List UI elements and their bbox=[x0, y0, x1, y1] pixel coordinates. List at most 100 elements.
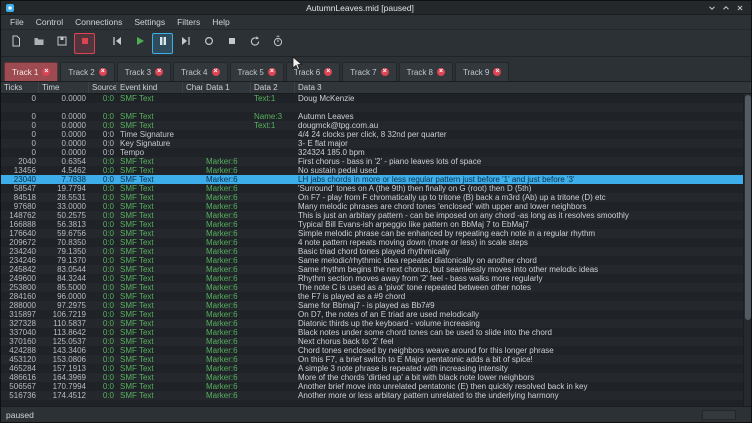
event-row[interactable]: 8451828.55310:0SMF TextMarker:6On F7 - p… bbox=[1, 193, 751, 202]
cell: 0:0 bbox=[89, 328, 117, 337]
event-row[interactable]: 16688856.38130:0SMF TextMarker:6Typical … bbox=[1, 220, 751, 229]
timer-button[interactable] bbox=[267, 33, 288, 54]
tab-close-icon[interactable]: × bbox=[324, 68, 332, 76]
event-row[interactable]: 00.00000:0SMF TextText:1dougmck@tpg.com.… bbox=[1, 121, 751, 130]
tab-close-icon[interactable]: × bbox=[381, 68, 389, 76]
cell: 465284 bbox=[1, 364, 39, 373]
event-row[interactable]: 17664059.67560:0SMF TextMarker:6Simple m… bbox=[1, 229, 751, 238]
tab-close-icon[interactable]: × bbox=[437, 68, 445, 76]
cell: SMF Text bbox=[117, 274, 183, 283]
column-header-data-2[interactable]: Data 2 bbox=[251, 82, 295, 93]
tab-close-icon[interactable]: × bbox=[268, 68, 276, 76]
event-row[interactable]: 20967270.83500:0SMF TextMarker:64 note p… bbox=[1, 238, 751, 247]
cell: On this F7, a brief switch to E Major pe… bbox=[295, 355, 751, 364]
menu-item-control[interactable]: Control bbox=[30, 15, 69, 30]
menu-item-help[interactable]: Help bbox=[206, 15, 235, 30]
event-row[interactable]: 24584283.05440:0SMF TextMarker:6Same rhy… bbox=[1, 265, 751, 274]
play-button[interactable] bbox=[129, 33, 150, 54]
menu-item-connections[interactable]: Connections bbox=[69, 15, 128, 30]
menu-item-file[interactable]: File bbox=[4, 15, 30, 30]
event-row[interactable]: 506567170.79940:0SMF TextMarker:6Another… bbox=[1, 382, 751, 391]
pause-button[interactable] bbox=[152, 33, 173, 54]
cell: 0 bbox=[1, 112, 39, 121]
minimize-button[interactable] bbox=[705, 2, 719, 14]
vertical-scrollbar[interactable] bbox=[743, 94, 751, 406]
tab-close-icon[interactable]: × bbox=[42, 68, 50, 76]
event-row[interactable]: 00.00000:0SMF TextName:3Autumn Leaves bbox=[1, 112, 751, 121]
event-row[interactable]: 230407.78380:0SMF TextMarker:6LH jabs ch… bbox=[1, 175, 751, 184]
event-row[interactable]: 14876250.25750:0SMF TextMarker:6This is … bbox=[1, 211, 751, 220]
record-toggle-button[interactable] bbox=[74, 33, 95, 54]
event-row[interactable]: 337040113.86420:0SMF TextMarker:6Black n… bbox=[1, 328, 751, 337]
cell: 327328 bbox=[1, 319, 39, 328]
event-row[interactable]: 370160125.05370:0SMF TextMarker:6Next ch… bbox=[1, 337, 751, 346]
skip-forward-button[interactable] bbox=[175, 33, 196, 54]
tab-track-7[interactable]: Track 7× bbox=[342, 62, 396, 81]
tab-track-9[interactable]: Track 9× bbox=[455, 62, 509, 81]
tab-track-3[interactable]: Track 3× bbox=[117, 62, 171, 81]
close-button[interactable] bbox=[733, 2, 747, 14]
event-row[interactable]: 00.00000:0Key Signature3- E flat major bbox=[1, 139, 751, 148]
event-row[interactable]: 424288143.34060:0SMF TextMarker:6Chord t… bbox=[1, 346, 751, 355]
new-file-button[interactable] bbox=[5, 33, 26, 54]
event-row[interactable]: 00.00000:0Time Signature4/4 24 clocks pe… bbox=[1, 130, 751, 139]
tab-track-1[interactable]: Track 1× bbox=[4, 62, 58, 81]
tab-track-5[interactable]: Track 5× bbox=[230, 62, 284, 81]
event-row[interactable]: 5854719.77940:0SMF TextMarker:6'Surround… bbox=[1, 184, 751, 193]
open-file-button[interactable] bbox=[28, 33, 49, 54]
cell: Marker:6 bbox=[203, 319, 251, 328]
event-row[interactable]: 23424079.13500:0SMF TextMarker:6Basic tr… bbox=[1, 247, 751, 256]
event-row[interactable]: 327328110.58370:0SMF TextMarker:6Diatoni… bbox=[1, 319, 751, 328]
tab-close-icon[interactable]: × bbox=[155, 68, 163, 76]
stop-button[interactable] bbox=[221, 33, 242, 54]
event-row[interactable]: 516736174.45120:0SMF TextMarker:6Another… bbox=[1, 391, 751, 400]
tab-close-icon[interactable]: × bbox=[493, 68, 501, 76]
event-row[interactable]: 134564.54620:0SMF TextMarker:6No sustain… bbox=[1, 166, 751, 175]
tab-track-2[interactable]: Track 2× bbox=[60, 62, 114, 81]
loop-button[interactable] bbox=[244, 33, 265, 54]
tab-track-8[interactable]: Track 8× bbox=[399, 62, 453, 81]
event-row[interactable]: 465284157.19130:0SMF TextMarker:6A simpl… bbox=[1, 364, 751, 373]
cell: SMF Text bbox=[117, 355, 183, 364]
cell: 0 bbox=[1, 139, 39, 148]
event-row[interactable]: 9768033.00000:0SMF TextMarker:6Many melo… bbox=[1, 202, 751, 211]
column-header-event-kind[interactable]: Event kind bbox=[117, 82, 183, 93]
event-row[interactable]: 20400.63540:0SMF TextMarker:6First choru… bbox=[1, 157, 751, 166]
tab-track-4[interactable]: Track 4× bbox=[173, 62, 227, 81]
menu-item-filters[interactable]: Filters bbox=[171, 15, 206, 30]
skip-backward-button[interactable] bbox=[106, 33, 127, 54]
event-row[interactable]: 28416096.00000:0SMF TextMarker:6the F7 i… bbox=[1, 292, 751, 301]
record-button[interactable] bbox=[198, 33, 219, 54]
tab-close-icon[interactable]: × bbox=[99, 68, 107, 76]
cell: Marker:6 bbox=[203, 193, 251, 202]
event-row[interactable]: 23424679.13700:0SMF TextMarker:6Same mel… bbox=[1, 256, 751, 265]
event-row[interactable]: 25380085.50000:0SMF TextMarker:6The note… bbox=[1, 283, 751, 292]
cell: 0:0 bbox=[89, 274, 117, 283]
column-header-chan[interactable]: Chan bbox=[183, 82, 203, 93]
cell: 97680 bbox=[1, 202, 39, 211]
cell: Diatonic thirds up the keyboard - volume… bbox=[295, 319, 751, 328]
save-file-button[interactable] bbox=[51, 33, 72, 54]
event-row[interactable]: 315897106.72190:0SMF TextMarker:6On D7, … bbox=[1, 310, 751, 319]
tab-close-icon[interactable]: × bbox=[212, 68, 220, 76]
event-row[interactable]: 00.00000:0Tempo324324 185.0 bpm bbox=[1, 148, 751, 157]
column-header-data-1[interactable]: Data 1 bbox=[203, 82, 251, 93]
cell bbox=[183, 184, 203, 193]
event-row[interactable]: 486616164.39690:0SMF TextMarker:6More of… bbox=[1, 373, 751, 382]
file-new-icon bbox=[10, 34, 22, 52]
event-row[interactable]: 453120153.08060:0SMF TextMarker:6On this… bbox=[1, 355, 751, 364]
cell: 0:0 bbox=[89, 229, 117, 238]
column-header-time[interactable]: Time bbox=[39, 82, 89, 93]
scrollbar-handle[interactable] bbox=[745, 95, 751, 320]
menu-item-settings[interactable]: Settings bbox=[128, 15, 171, 30]
tab-track-6[interactable]: Track 6× bbox=[286, 62, 340, 81]
cell: A simple 3 note phrase is repeated with … bbox=[295, 364, 751, 373]
event-row[interactable]: 00.00000:0SMF TextText:1Doug McKenzie bbox=[1, 94, 751, 103]
column-header-source[interactable]: Source bbox=[89, 82, 117, 93]
column-header-ticks[interactable]: Ticks bbox=[1, 82, 39, 93]
event-row[interactable]: 28800097.29750:0SMF TextMarker:6Same for… bbox=[1, 301, 751, 310]
column-header-data-3[interactable]: Data 3 bbox=[295, 82, 751, 93]
event-row[interactable] bbox=[1, 103, 751, 112]
event-row[interactable]: 24960084.32440:0SMF TextMarker:6Rhythm s… bbox=[1, 274, 751, 283]
maximize-button[interactable] bbox=[719, 2, 733, 14]
